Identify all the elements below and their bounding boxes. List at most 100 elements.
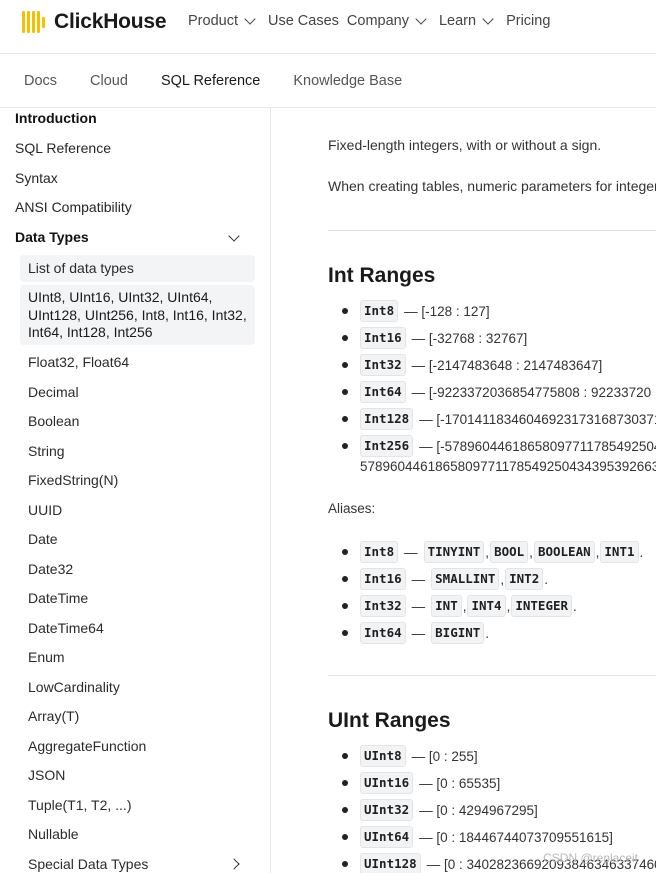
code-uint64: UInt64 xyxy=(360,826,414,848)
sidebar-item[interactable]: Date32 xyxy=(28,561,73,577)
code-alias: BOOLEAN xyxy=(533,541,595,563)
range-text: — [0 : 65535] xyxy=(419,775,501,791)
sidebar-item[interactable]: Tuple(T1, T2, ...) xyxy=(28,797,131,813)
range-text: — [-128 : 127] xyxy=(404,303,490,319)
sidebar-item[interactable]: Array(T) xyxy=(28,708,79,724)
range-text: — [0 : 4294967295] xyxy=(419,802,538,818)
tab-sql-reference[interactable]: SQL Reference xyxy=(161,73,260,89)
nav-use-cases-label: Use Cases xyxy=(267,13,339,29)
code-int16: Int16 xyxy=(360,568,406,590)
list-item: Int64 — BIGINT. xyxy=(342,622,490,644)
code-int16: Int16 xyxy=(360,327,406,349)
list-item: Int8 — [-128 : 127] xyxy=(342,300,490,322)
tab-knowledge-base[interactable]: Knowledge Base xyxy=(293,73,402,89)
code-alias: SMALLINT xyxy=(431,568,500,590)
nav-product[interactable]: Product xyxy=(188,13,256,29)
nav-use-cases[interactable]: Use Cases xyxy=(268,13,339,29)
code-alias: BIGINT xyxy=(431,622,485,644)
clickhouse-logo[interactable]: ClickHouse xyxy=(22,10,167,34)
top-header: ClickHouse Product Use Cases Company Lea… xyxy=(0,0,656,54)
code-int8: Int8 xyxy=(360,300,399,322)
tab-cloud[interactable]: Cloud xyxy=(90,73,128,89)
code-int64: Int64 xyxy=(360,381,406,403)
code-int256: Int256 xyxy=(360,435,414,457)
sidebar-item-list-of-data-types[interactable]: List of data types xyxy=(28,260,134,276)
range-text: — [-32768 : 32767] xyxy=(411,330,528,346)
list-item: Int16 — SMALLINT, INT2. xyxy=(342,568,549,590)
nav-pricing-label: Pricing xyxy=(506,13,551,29)
sidebar-item-introduction[interactable]: Introduction xyxy=(15,110,97,126)
sidebar: Introduction SQL Reference Syntax ANSI C… xyxy=(0,108,271,873)
range-text: — [-17014118346046923173168730371 xyxy=(419,411,656,427)
nav-company-label: Company xyxy=(346,13,409,29)
sidebar-item-data-types[interactable]: Data Types xyxy=(15,229,89,245)
nav-company[interactable]: Company xyxy=(346,13,427,29)
range-text-continued: 5789604461865809771178549250434395392663… xyxy=(360,459,656,474)
sidebar-item-sql-reference[interactable]: SQL Reference xyxy=(15,140,111,156)
nav-learn-label: Learn xyxy=(438,13,477,29)
chevron-down-icon[interactable] xyxy=(228,230,240,242)
code-uint16: UInt16 xyxy=(360,772,414,794)
sidebar-item[interactable]: Decimal xyxy=(28,384,79,400)
range-text: — [-578960446186580977117854925043 xyxy=(419,438,656,454)
code-alias: INTEGER xyxy=(511,595,573,617)
range-text: — [-9223372036854775808 : 92233720 xyxy=(411,384,652,400)
dash: — xyxy=(411,625,426,641)
code-int8: Int8 xyxy=(360,541,399,563)
code-alias: BOOL xyxy=(490,541,529,563)
list-item: UInt8 — [0 : 255] xyxy=(342,745,478,767)
list-item: UInt64 — [0 : 18446744073709551615] xyxy=(342,826,613,848)
divider xyxy=(328,230,656,231)
sidebar-item[interactable]: LowCardinality xyxy=(28,679,120,695)
sidebar-item[interactable]: DateTime xyxy=(28,590,88,606)
list-item: Int128 — [-17014118346046923173168730371 xyxy=(342,408,656,430)
sidebar-item[interactable]: JSON xyxy=(28,767,65,783)
sidebar-item[interactable]: String xyxy=(28,443,65,459)
sidebar-item[interactable]: FixedString(N) xyxy=(28,472,118,488)
tab-docs[interactable]: Docs xyxy=(24,73,57,89)
sidebar-item[interactable]: Enum xyxy=(28,649,65,665)
sidebar-item[interactable]: Float32, Float64 xyxy=(28,354,129,370)
list-item: Int64 — [-9223372036854775808 : 92233720 xyxy=(342,381,652,403)
range-text: — [0 : 255] xyxy=(411,748,478,764)
sidebar-item[interactable]: Nullable xyxy=(28,826,79,842)
range-text: — [-2147483648 : 2147483647] xyxy=(411,357,603,373)
main-nav: Product Use Cases Company Learn Pricing xyxy=(188,13,564,29)
chevron-down-icon xyxy=(482,13,494,25)
range-text: — [0 : 18446744073709551615] xyxy=(419,829,613,845)
code-alias: INT1 xyxy=(600,541,639,563)
dash: — xyxy=(411,571,426,587)
code-int32: Int32 xyxy=(360,354,406,376)
docs-subnav: Docs Cloud SQL Reference Knowledge Base xyxy=(0,54,656,108)
list-item: Int32 — [-2147483648 : 2147483647] xyxy=(342,354,603,376)
sidebar-item[interactable]: DateTime64 xyxy=(28,620,104,636)
sidebar-item-integer-types[interactable]: UInt8, UInt16, UInt32, UInt64, UInt128, … xyxy=(28,289,252,342)
logo-icon xyxy=(22,11,45,33)
dash: — xyxy=(411,598,426,614)
sidebar-item[interactable]: AggregateFunction xyxy=(28,738,146,754)
sidebar-item[interactable]: UUID xyxy=(28,502,62,518)
list-item: Int256 — [-57896044618658097711785492504… xyxy=(342,435,656,457)
list-item: UInt32 — [0 : 4294967295] xyxy=(342,799,538,821)
dash: — xyxy=(404,544,418,560)
code-int128: Int128 xyxy=(360,408,414,430)
section-title-int-ranges[interactable]: Int Ranges xyxy=(328,264,435,288)
watermark: CSDN @replaceit xyxy=(543,851,638,865)
section-title-uint-ranges[interactable]: UInt Ranges xyxy=(328,709,451,733)
code-alias: INT xyxy=(431,595,462,617)
main-content: Fixed-length integers, with or without a… xyxy=(272,108,656,873)
sidebar-item[interactable]: Boolean xyxy=(28,413,79,429)
sidebar-item-ansi[interactable]: ANSI Compatibility xyxy=(15,199,132,215)
code-alias: TINYINT xyxy=(423,541,485,563)
code-uint128: UInt128 xyxy=(360,853,421,873)
sidebar-item[interactable]: Special Data Types xyxy=(28,856,148,872)
code-int64: Int64 xyxy=(360,622,406,644)
sidebar-item-syntax[interactable]: Syntax xyxy=(15,170,58,186)
intro-text-2: When creating tables, numeric parameters… xyxy=(328,178,656,194)
code-int32: Int32 xyxy=(360,595,406,617)
nav-pricing[interactable]: Pricing xyxy=(506,13,550,29)
sidebar-item[interactable]: Date xyxy=(28,531,58,547)
chevron-right-icon[interactable] xyxy=(228,858,240,870)
nav-learn[interactable]: Learn xyxy=(438,13,494,29)
list-item: Int8 — TINYINT, BOOL, BOOLEAN, INT1. xyxy=(342,541,644,563)
